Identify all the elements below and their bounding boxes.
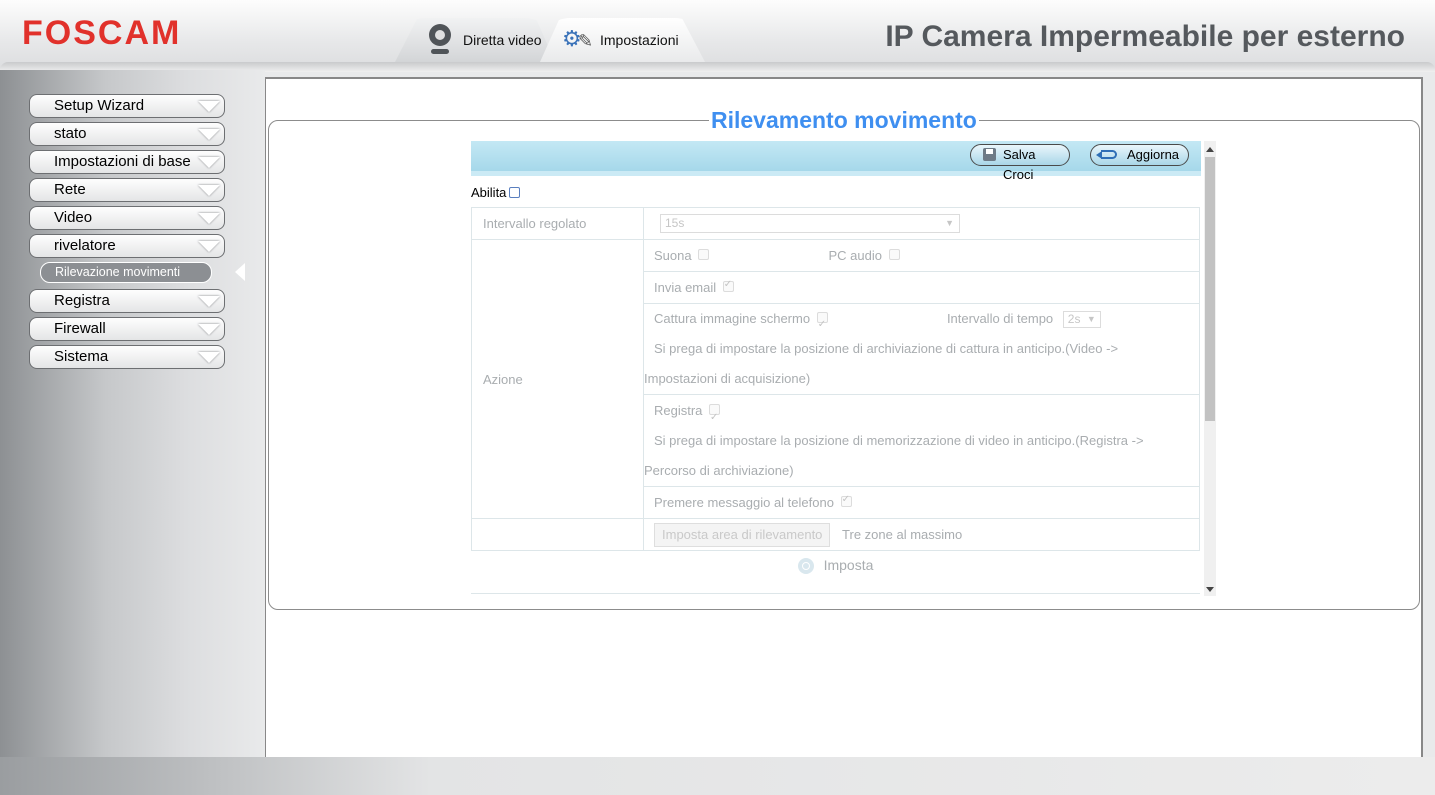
refresh-button[interactable]: Aggiorna: [1090, 144, 1189, 166]
chevron-down-icon: [198, 352, 220, 363]
time-interval-label: Intervallo di tempo: [946, 311, 1054, 326]
tab-live-video[interactable]: Diretta video: [395, 18, 555, 62]
sidebar-item-sistema[interactable]: Sistema: [29, 345, 225, 369]
tab-settings[interactable]: ⚙ ✎ Impostazioni: [540, 18, 705, 62]
main-content: Rilevamento movimento Salva Croci Aggior…: [265, 77, 1423, 757]
sidebar-item-label: rivelatore: [54, 237, 116, 254]
header: FOSCAM Diretta video ⚙ ✎ Impostazioni IP …: [0, 0, 1435, 70]
snapshot-label: Cattura immagine schermo: [654, 311, 811, 326]
record-checkbox[interactable]: [709, 402, 721, 433]
motion-settings-table: Intervallo regolato 15s ▼ Azione Suona P…: [471, 207, 1200, 551]
logo-text: FOSCAM: [22, 14, 182, 52]
sidebar-item-label: Setup Wizard: [54, 97, 145, 114]
save-button[interactable]: Salva Croci: [970, 144, 1070, 182]
snapshot-checkbox[interactable]: [816, 310, 828, 340]
pc-audio-label: PC audio: [828, 248, 882, 263]
email-checkbox[interactable]: [722, 279, 734, 292]
refresh-arrow-icon: [1096, 150, 1117, 159]
interval-label: Intervallo regolato: [471, 207, 644, 240]
sidebar-item-label: Sistema: [54, 348, 109, 365]
sidebar-item-registra[interactable]: Registra: [29, 289, 225, 313]
dropdown-arrow-icon: ▼: [1086, 314, 1096, 324]
interval-select[interactable]: 15s ▼: [660, 214, 960, 233]
sidebar-item-rete[interactable]: Rete: [29, 178, 225, 202]
sound-checkbox[interactable]: [698, 249, 710, 260]
snapshot-note-line-2: Impostazioni di acquisizione): [644, 371, 811, 386]
time-interval-select[interactable]: 2s ▼: [1062, 311, 1101, 328]
motion-detection-panel: Salva Croci Aggiorna Abilita Intervallo …: [471, 141, 1216, 601]
active-pointer-icon: [235, 263, 245, 281]
set-detection-area-button[interactable]: Imposta area di rilevamento: [654, 522, 831, 547]
divider: [471, 593, 1200, 594]
time-interval-value: 2s: [1067, 312, 1081, 326]
sidebar-item-label: Impostazioni di base: [54, 153, 191, 170]
footer: [0, 757, 1435, 795]
enable-label: Abilita: [471, 185, 507, 200]
enable-row: Abilita: [471, 185, 521, 200]
sidebar-item-firewall[interactable]: Firewall: [29, 317, 225, 341]
record-note-line-1: Si prega di impostare la posizione di me…: [654, 433, 1144, 448]
sidebar-item-label: Firewall: [54, 320, 106, 337]
floppy-disk-icon: [983, 148, 996, 161]
action-label: Azione: [471, 239, 644, 519]
interval-select-value: 15s: [665, 216, 685, 230]
tab-settings-label: Impostazioni: [600, 32, 679, 48]
email-label: Invia email: [654, 280, 717, 295]
vertical-scrollbar[interactable]: [1204, 141, 1216, 596]
scroll-up-icon[interactable]: [1206, 147, 1214, 152]
sidebar-item-label: Rete: [54, 181, 86, 198]
push-message-label: Premere messaggio al telefono: [654, 495, 834, 510]
chevron-down-icon: [198, 296, 220, 307]
snapshot-note-line-1: Si prega di impostare la posizione di ar…: [654, 341, 1119, 356]
tab-live-video-label: Diretta video: [463, 32, 541, 48]
record-label: Registra: [654, 403, 703, 418]
set-button[interactable]: Imposta: [471, 557, 1200, 575]
device-title: IP Camera Impermeabile per esterno: [885, 20, 1405, 53]
sidebar-item-impostazioni-di-base[interactable]: Impostazioni di base: [29, 150, 225, 174]
page-title: Rilevamento movimento: [709, 107, 979, 134]
foscam-logo: FOSCAM: [22, 14, 181, 53]
sound-label: Suona: [654, 248, 692, 263]
chevron-down-icon: [198, 129, 220, 140]
save-button-label: Salva Croci: [1003, 147, 1036, 182]
sidebar-item-label: Registra: [54, 292, 110, 309]
set-icon: [797, 558, 814, 575]
area-note: Tre zone al massimo: [842, 526, 963, 542]
chevron-down-icon: [198, 213, 220, 224]
scroll-thumb[interactable]: [1205, 157, 1215, 421]
refresh-button-label: Aggiorna: [1127, 147, 1180, 162]
chevron-down-icon: [198, 324, 220, 335]
chevron-down-icon: [198, 241, 220, 252]
enable-checkbox[interactable]: [509, 187, 521, 198]
webcam-icon: [427, 24, 453, 56]
push-message-checkbox[interactable]: [840, 494, 852, 507]
record-note-line-2: Percorso di archiviazione): [644, 463, 794, 478]
empty-cell: [471, 518, 644, 551]
sidebar-item-label: stato: [54, 125, 87, 142]
scroll-down-icon[interactable]: [1206, 587, 1214, 592]
sidebar-item-label: Video: [54, 209, 93, 226]
sidebar-subitem-rilevazione-movimenti[interactable]: Rilevazione movimenti: [40, 262, 212, 283]
sidebar-item-video[interactable]: Video: [29, 206, 225, 230]
pc-audio-checkbox[interactable]: [888, 249, 900, 260]
set-label: Imposta: [823, 557, 874, 573]
chevron-down-icon: [198, 185, 220, 196]
gear-wrench-icon: ⚙ ✎: [562, 26, 594, 51]
sidebar-item-setup-wizard[interactable]: Setup Wizard: [29, 94, 225, 118]
dropdown-arrow-icon: ▼: [945, 218, 954, 228]
sidebar-item-rivelatore[interactable]: rivelatore: [29, 234, 225, 258]
chevron-down-icon: [198, 101, 220, 112]
toolbar: Salva Croci Aggiorna: [471, 141, 1201, 182]
chevron-down-icon: [198, 157, 220, 168]
sidebar-item-stato[interactable]: stato: [29, 122, 225, 146]
